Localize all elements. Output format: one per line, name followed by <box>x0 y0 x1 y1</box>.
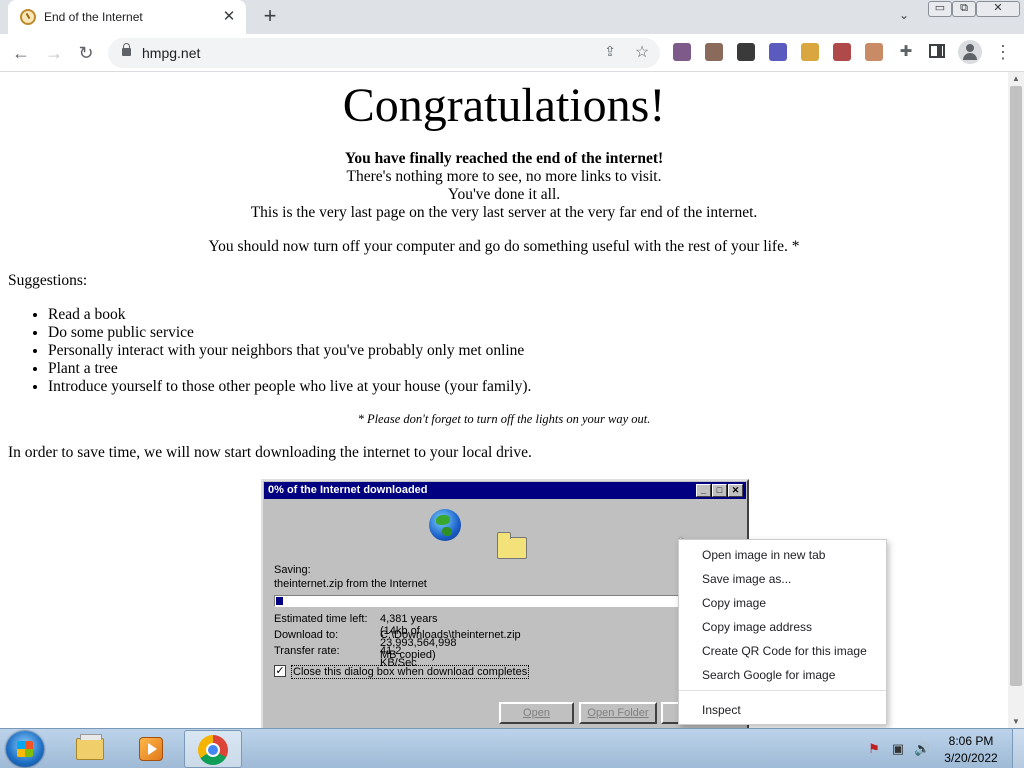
menu-separator <box>679 690 886 691</box>
field-label: Download to: <box>274 629 339 641</box>
share-icon[interactable]: ⇪ <box>600 43 620 63</box>
start-button[interactable] <box>6 731 44 767</box>
extension-gear-icon[interactable] <box>769 43 787 61</box>
field-label: Transfer rate: <box>274 645 340 657</box>
download-line: In order to save time, we will now start… <box>8 444 532 461</box>
list-item: Do some public service <box>48 324 531 342</box>
extension-cake-icon[interactable] <box>865 43 883 61</box>
window-restore-button[interactable]: ⧉ <box>952 1 976 17</box>
media-player-icon <box>139 737 163 761</box>
taskbar-explorer-button[interactable] <box>60 730 118 768</box>
saving-file: theinternet.zip from the Internet <box>274 578 427 590</box>
site-favicon-icon <box>20 9 36 25</box>
clock-time[interactable]: 8:06 PM <box>946 734 996 748</box>
back-arrow-icon[interactable]: ← <box>9 41 33 65</box>
extension-avatar-icon[interactable] <box>705 43 723 61</box>
window-minimize-button[interactable]: ▭ <box>928 1 952 17</box>
page-title: Congratulations! <box>342 79 666 132</box>
intro-block: You have finally reached the end of the … <box>0 150 1008 222</box>
vertical-scrollbar[interactable]: ▲ ▼ <box>1008 72 1024 728</box>
extension-doge-icon[interactable] <box>801 43 819 61</box>
field-label: Estimated time left: <box>274 613 368 625</box>
browser-toolbar: ← → ↻ hmpg.net ⇪ ☆ ✚ ⋮ <box>0 34 1024 72</box>
chrome-icon <box>198 735 228 765</box>
menu-item-search-google-image[interactable]: Search Google for image <box>679 663 886 687</box>
file-explorer-icon <box>76 734 104 760</box>
list-item: Personally interact with your neighbors … <box>48 342 531 360</box>
chrome-menu-icon[interactable]: ⋮ <box>994 41 1012 65</box>
intro-line: There's nothing more to see, no more lin… <box>346 168 662 185</box>
windows-taskbar: ⚑ ▣ 🔊 8:06 PM 3/20/2022 <box>0 728 1024 768</box>
lock-icon[interactable] <box>122 43 131 56</box>
turn-off-line: You should now turn off your computer an… <box>208 238 800 255</box>
field-value: C:\Downloads\theinternet.zip <box>380 629 521 641</box>
progress-fill <box>276 597 283 605</box>
download-dialog-image[interactable]: 0% of the Internet downloaded _ □ ✕ Savi… <box>261 479 749 728</box>
dialog-close-icon: ✕ <box>728 484 743 497</box>
side-panel-icon[interactable] <box>929 44 945 58</box>
menu-item-open-image-new-tab[interactable]: Open image in new tab <box>679 543 886 567</box>
download-progress-bar <box>274 595 740 607</box>
globe-icon <box>429 509 461 541</box>
menu-item-inspect[interactable]: Inspect <box>679 698 886 722</box>
tab-search-chevron-icon[interactable]: ⌄ <box>894 8 914 26</box>
footnote: * Please don't forget to turn off the li… <box>357 412 651 426</box>
transfer-rate-row: Transfer rate: 41.2 KB/Sec <box>274 645 417 669</box>
volume-icon[interactable]: 🔊 <box>914 741 930 757</box>
list-item: Introduce yourself to those other people… <box>48 378 531 396</box>
extension-hat-icon[interactable] <box>737 43 755 61</box>
download-to-row: Download to: C:\Downloads\theinternet.zi… <box>274 629 521 641</box>
address-bar[interactable]: hmpg.net ⇪ ☆ <box>108 38 660 68</box>
open-folder-button: Open Folder <box>579 702 657 724</box>
forward-arrow-icon[interactable]: → <box>42 41 66 65</box>
scroll-thumb[interactable] <box>1010 86 1022 686</box>
close-when-done-label: Close this dialog box when download comp… <box>291 665 530 679</box>
open-button: Open <box>499 702 574 724</box>
extension-avatar-icon[interactable] <box>833 43 851 61</box>
tab-close-icon[interactable]: ✕ <box>220 8 238 26</box>
tab-strip: End of the Internet ✕ + ⌄ ▭ ⧉ ✕ <box>0 0 1024 34</box>
network-icon[interactable]: ▣ <box>890 741 906 757</box>
intro-line: This is the very last page on the very l… <box>250 204 758 221</box>
dialog-maximize-icon: □ <box>712 484 727 497</box>
extensions-puzzle-icon[interactable]: ✚ <box>897 42 915 60</box>
list-item: Plant a tree <box>48 360 531 378</box>
window-close-button[interactable]: ✕ <box>976 1 1020 17</box>
intro-bold-line: You have finally reached the end of the … <box>344 150 664 167</box>
menu-item-create-qr-code[interactable]: Create QR Code for this image <box>679 639 886 663</box>
taskbar-media-player-button[interactable] <box>121 730 179 768</box>
browser-tab[interactable]: End of the Internet ✕ <box>8 0 246 34</box>
new-tab-button[interactable]: + <box>258 5 282 28</box>
image-context-menu: Open image in new tab Save image as... C… <box>678 539 887 725</box>
scroll-up-arrow-icon[interactable]: ▲ <box>1012 74 1020 83</box>
dialog-title: 0% of the Internet downloaded <box>268 484 428 496</box>
menu-item-save-image-as[interactable]: Save image as... <box>679 567 886 591</box>
suggestions-label: Suggestions: <box>8 272 88 289</box>
menu-item-copy-image[interactable]: Copy image <box>679 591 886 615</box>
saving-label: Saving: <box>274 564 311 576</box>
intro-line: You've done it all. <box>447 186 561 203</box>
list-item: Read a book <box>48 306 531 324</box>
estimated-time-row: Estimated time left: 4,381 years (14kb o… <box>274 613 456 661</box>
folder-icon <box>497 532 527 559</box>
close-when-done-checkbox: ✓ <box>274 665 286 677</box>
bookmark-star-icon[interactable]: ☆ <box>632 42 652 62</box>
dialog-minimize-icon: _ <box>696 484 711 497</box>
extension-avatar-icon[interactable] <box>673 43 691 61</box>
profile-avatar-icon[interactable] <box>958 40 982 64</box>
action-center-flag-icon[interactable]: ⚑ <box>866 741 882 757</box>
dialog-titlebar: 0% of the Internet downloaded _ □ ✕ <box>264 482 746 499</box>
menu-item-copy-image-address[interactable]: Copy image address <box>679 615 886 639</box>
clock-date[interactable]: 3/20/2022 <box>940 751 1002 765</box>
tab-title: End of the Internet <box>44 10 143 24</box>
show-desktop-button[interactable] <box>1012 729 1024 768</box>
reload-icon[interactable]: ↻ <box>74 41 98 65</box>
scroll-down-arrow-icon[interactable]: ▼ <box>1012 717 1020 726</box>
taskbar-chrome-button[interactable] <box>184 730 242 768</box>
url-text[interactable]: hmpg.net <box>142 45 200 61</box>
suggestions-list: Read a book Do some public service Perso… <box>48 306 531 396</box>
